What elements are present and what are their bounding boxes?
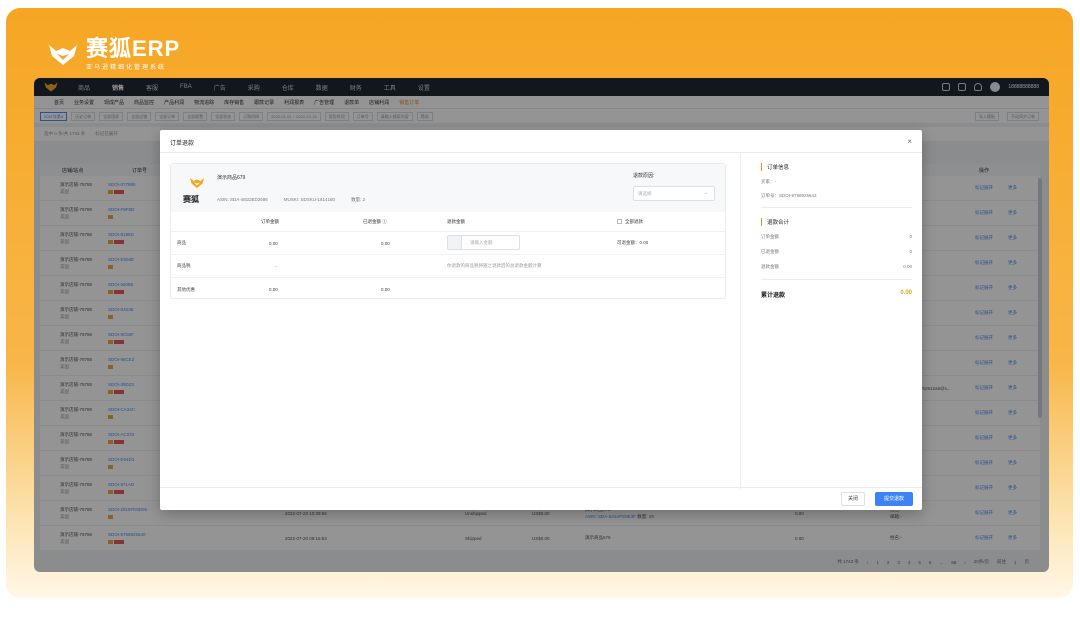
tax-order-amount: - — [275, 263, 277, 269]
sum-label: 退款金额 — [761, 264, 779, 269]
other-refunded: 0.00 — [381, 287, 390, 292]
fox-logo-icon — [190, 178, 204, 188]
currency-prefix — [448, 236, 462, 249]
col-refund-amount: 退款金额 — [447, 218, 465, 224]
close-button[interactable]: 关闭 — [841, 492, 865, 506]
refund-row-goods: 商品 0.00 0.00 请输入金额 可退金额：0.00 — [171, 232, 725, 255]
full-refund-label: 全部退款 — [625, 218, 643, 224]
product-meta: ASIN: SDA-481DED2686 MUSKI: SDSKU-181418… — [217, 197, 365, 203]
refundable-amount: 可退金额：0.00 — [617, 240, 649, 245]
sum-value: 0.00 — [903, 264, 912, 269]
refund-row-other: 其他优惠 0.00 0.00 — [171, 278, 725, 301]
col-order-amount: 订单金额 — [261, 218, 279, 224]
chevron-down-icon: ⌄ — [703, 190, 708, 196]
product-asin: ASIN: SDA-481DED2686 — [217, 197, 268, 202]
sum-refund-amount: 退款金额 0.00 — [761, 264, 912, 270]
refund-reason-select[interactable]: 请选择 ⌄ — [633, 186, 715, 201]
row-label: 商品 — [177, 240, 186, 245]
divider — [761, 207, 912, 208]
close-icon[interactable]: × — [907, 138, 912, 146]
row-label: 其他优惠 — [177, 286, 195, 292]
refund-reason-placeholder: 请选择 — [638, 191, 652, 196]
refund-amount-placeholder: 请输入金额 — [470, 240, 493, 245]
submit-refund-button[interactable]: 提交退款 — [875, 492, 913, 506]
brand-tagline: 亚马逊精细化管理系统 — [86, 65, 167, 71]
buyer-line: 买家：- — [761, 179, 776, 184]
row-label: 商品税 — [177, 263, 191, 268]
product-logo-text: 赛狐 — [183, 195, 199, 204]
divider — [761, 279, 912, 280]
fox-logo-icon — [49, 44, 77, 65]
order-no-line: 订单号：SDOI-9798925643 — [761, 193, 817, 198]
total-refund: 累计退款 0.00 — [761, 290, 912, 299]
sum-order-amount: 订单金额 0 — [761, 234, 912, 240]
sum-label: 已退金额 — [761, 249, 779, 254]
refund-summary-panel: 订单信息 买家：- 订单号：SDOI-9798925643 退款合计 订单金额 0… — [740, 153, 922, 489]
full-refund-toggle[interactable]: 全部退款 — [617, 219, 643, 225]
refund-dialog: 订单退款 × 赛狐 演示商品679 ASIN: SDA-481DED2686 M… — [160, 130, 922, 510]
refund-amount-input[interactable]: 请输入金额 — [447, 235, 520, 250]
product-msku: MUSKI: SDSKU-1814180 — [283, 197, 336, 202]
tax-note: 你退款的商品税将随之退款后的总退款金额计算 — [447, 263, 542, 268]
refund-row-tax: 商品税 - 你退款的商品税将随之退款后的总退款金额计算 — [171, 255, 725, 278]
dialog-title: 订单退款 — [170, 141, 195, 147]
goods-refunded: 0.00 — [381, 240, 390, 246]
other-order-amount: 0.00 — [269, 287, 278, 292]
total-refund-value: 0.00 — [900, 290, 912, 296]
product-card: 赛狐 演示商品679 ASIN: SDA-481DED2686 MUSKI: S… — [170, 163, 726, 299]
sum-refunded: 已退金额 0 — [761, 249, 912, 255]
sum-label: 订单金额 — [761, 234, 779, 239]
brand-name: 赛狐ERP — [86, 36, 181, 61]
col-refunded: 已退金额 ⓘ — [363, 219, 387, 225]
product-header: 赛狐 演示商品679 ASIN: SDA-481DED2686 MUSKI: S… — [171, 164, 725, 212]
goods-order-amount: 0.00 — [269, 240, 278, 246]
dialog-footer: 关闭 提交退款 — [160, 487, 922, 510]
refund-sum-title: 退款合计 — [761, 218, 912, 226]
sum-value: 0 — [909, 234, 912, 239]
product-image: 赛狐 — [183, 176, 211, 205]
total-refund-label: 累计退款 — [761, 293, 786, 299]
sum-value: 0 — [909, 249, 912, 254]
help-icon[interactable]: ⓘ — [382, 219, 387, 224]
order-info-title: 订单信息 — [761, 163, 912, 171]
product-qty: 数量: 2 — [351, 197, 366, 202]
col-refunded-label: 已退金额 — [363, 218, 381, 224]
product-name: 演示商品679 — [217, 175, 246, 181]
brand: 赛狐ERP 亚马逊精细化管理系统 — [48, 38, 180, 71]
full-refund-checkbox[interactable] — [617, 218, 622, 224]
refund-reason-label: 退款原因: — [633, 173, 655, 179]
refund-grid-header: 订单金额 已退金额 ⓘ 退款金额 全部退款 — [171, 212, 725, 232]
